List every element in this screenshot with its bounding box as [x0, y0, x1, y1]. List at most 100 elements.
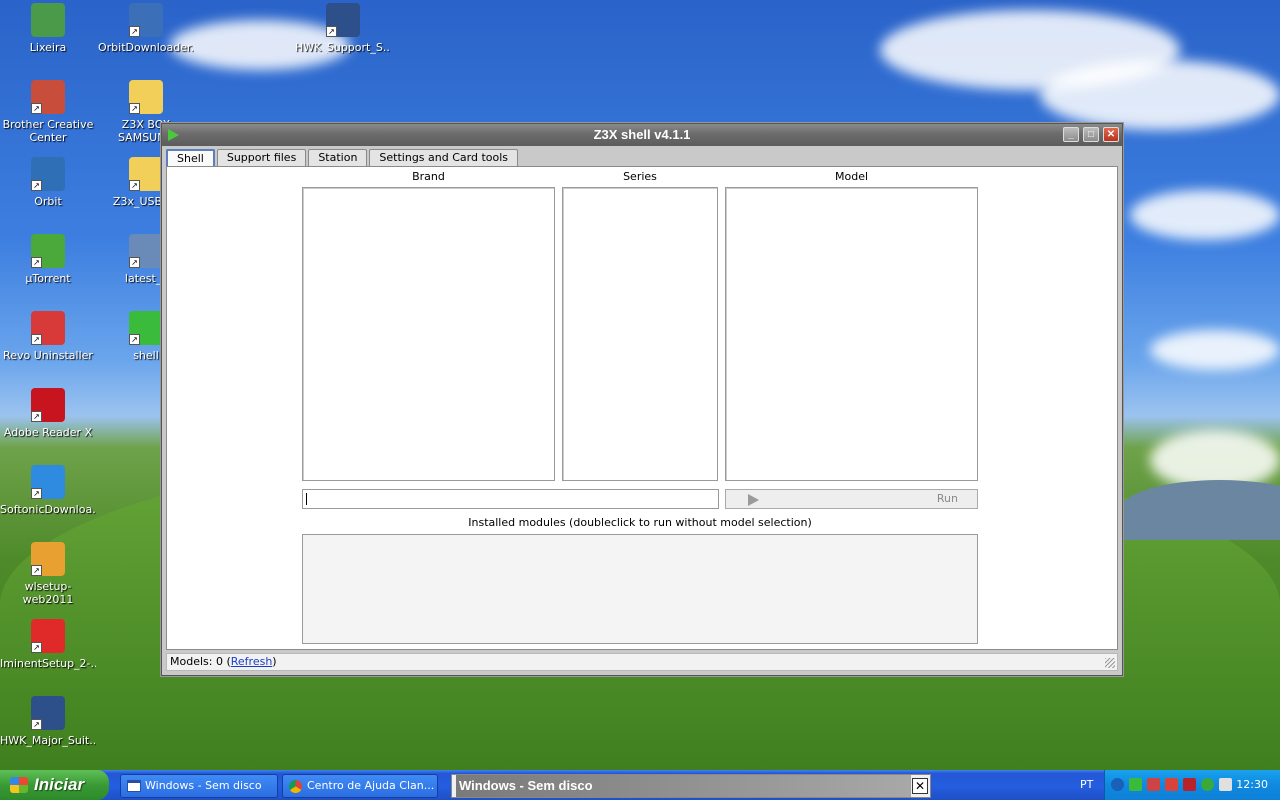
revo-uninstaller-icon: ↗ [31, 311, 65, 345]
refresh-link[interactable]: Refresh [231, 655, 273, 668]
chrome-icon [289, 780, 302, 793]
shortcut-arrow-icon: ↗ [31, 257, 42, 268]
tab-strip: Shell Support files Station Settings and… [166, 149, 520, 167]
shortcut-arrow-icon: ↗ [31, 642, 42, 653]
resize-grip-icon[interactable] [1105, 658, 1115, 668]
shortcut-arrow-icon: ↗ [31, 180, 42, 191]
maximize-button[interactable]: □ [1083, 127, 1099, 142]
shortcut-arrow-icon: ↗ [31, 411, 42, 422]
shell-tray-icon[interactable] [1129, 778, 1142, 791]
shortcut-arrow-icon: ↗ [31, 103, 42, 114]
run-button[interactable]: Run [725, 489, 978, 509]
desktop-icon-label: HWK_Major_Suit... [0, 734, 96, 747]
network-icon[interactable] [1147, 778, 1160, 791]
tab-shell[interactable]: Shell [166, 149, 215, 167]
desktop-icon[interactable]: ↗ SoftonicDownloa... [0, 465, 96, 516]
series-header: Series [623, 170, 657, 183]
task-centro-de-ajuda[interactable]: Centro de Ajuda Clan... [282, 774, 438, 798]
dialog-close-button[interactable]: ✕ [912, 778, 928, 794]
models-count-suffix: ) [272, 655, 277, 668]
task-label: Centro de Ajuda Clan... [307, 779, 435, 792]
desktop-icon-label: µTorrent [25, 272, 71, 285]
desktop-icon-label: Orbit [34, 195, 62, 208]
show-hidden-icons-icon[interactable] [1111, 778, 1124, 791]
start-label: Iniciar [34, 775, 85, 794]
utorrent-tray-icon[interactable] [1201, 778, 1214, 791]
desktop-icon[interactable]: Lixeira [0, 3, 96, 54]
recycle-bin-icon [31, 3, 65, 37]
model-header: Model [834, 170, 869, 183]
desktop-icon[interactable]: ↗ HWK_Support_S... [295, 3, 391, 54]
tab-settings-card-tools[interactable]: Settings and Card tools [369, 149, 519, 166]
desktop-icon[interactable]: ↗ IminentSetup_2-... [0, 619, 96, 670]
desktop-icon[interactable]: ↗ wlsetup-web2011 [0, 542, 96, 606]
run-play-icon [748, 494, 759, 506]
hwk-support-icon: ↗ [326, 3, 360, 37]
shell-panel: Brand Series Model Run Installed modules… [166, 166, 1118, 650]
windows-live-icon: ↗ [31, 542, 65, 576]
adobe-reader-icon: ↗ [31, 388, 65, 422]
shortcut-arrow-icon: ↗ [31, 334, 42, 345]
installed-modules-list[interactable] [302, 534, 978, 644]
folder-icon: ↗ [129, 157, 163, 191]
desktop-icon-label: Revo Uninstaller [3, 349, 93, 362]
task-windows-sem-disco[interactable]: Windows - Sem disco [120, 774, 278, 798]
monitor-tray-icon[interactable] [1219, 778, 1232, 791]
brand-header: Brand [412, 170, 445, 183]
desktop-icon-label: OrbitDownloader... [98, 41, 194, 54]
installer-icon: ↗ [129, 234, 163, 268]
shortcut-arrow-icon: ↗ [129, 26, 140, 37]
orbit-icon: ↗ [31, 157, 65, 191]
desktop-icon-label: IminentSetup_2-... [0, 657, 96, 670]
dialog-title: Windows - Sem disco [456, 775, 911, 797]
run-label: Run [936, 492, 958, 505]
close-button[interactable]: ✕ [1103, 127, 1119, 142]
window-icon [127, 780, 141, 792]
status-bar: Models: 0 (Refresh) [166, 653, 1118, 671]
search-input[interactable] [302, 489, 719, 509]
desktop-icon[interactable]: ↗ Adobe Reader X [0, 388, 96, 439]
desktop-icon[interactable]: ↗ HWK_Major_Suit... [0, 696, 96, 747]
desktop-icon-label: SoftonicDownloa... [0, 503, 96, 516]
models-count-text: Models: 0 ( [170, 655, 231, 668]
shortcut-arrow-icon: ↗ [129, 103, 140, 114]
start-button[interactable]: Iniciar [0, 770, 109, 800]
softonic-icon: ↗ [31, 465, 65, 499]
model-list[interactable] [725, 187, 978, 481]
hwk-major-icon: ↗ [31, 696, 65, 730]
shortcut-arrow-icon: ↗ [31, 565, 42, 576]
text-caret [306, 493, 307, 505]
iminent-icon: ↗ [31, 619, 65, 653]
desktop-icon[interactable]: ↗ Revo Uninstaller [0, 311, 96, 362]
clock: 12:30 [1236, 778, 1268, 791]
shortcut-arrow-icon: ↗ [129, 180, 140, 191]
desktop-icon-label: Adobe Reader X [3, 426, 93, 439]
shortcut-arrow-icon: ↗ [129, 257, 140, 268]
shortcut-arrow-icon: ↗ [31, 488, 42, 499]
language-indicator[interactable]: PT [1080, 778, 1093, 791]
series-list[interactable] [562, 187, 718, 481]
desktop-icon[interactable]: ↗ Orbit [0, 157, 96, 208]
tab-station[interactable]: Station [308, 149, 368, 166]
no-disk-dialog[interactable]: Windows - Sem disco ✕ [451, 774, 931, 798]
tab-support-files[interactable]: Support files [216, 149, 307, 166]
brand-list[interactable] [302, 187, 555, 481]
shell-play-icon: ↗ [129, 311, 163, 345]
shortcut-arrow-icon: ↗ [129, 334, 140, 345]
task-label: Windows - Sem disco [145, 779, 262, 792]
desktop-icon-label: Lixeira [29, 41, 67, 54]
tool-tray-icon[interactable] [1165, 778, 1178, 791]
security-shield-icon[interactable] [1183, 778, 1196, 791]
desktop-icon-label: Brother Creative Center [2, 118, 94, 144]
title-bar[interactable]: Z3X shell v4.1.1 _ □ ✕ [162, 124, 1122, 146]
orbit-downloader-icon: ↗ [129, 3, 163, 37]
shortcut-arrow-icon: ↗ [31, 719, 42, 730]
desktop-icon[interactable]: ↗ Brother Creative Center [0, 80, 96, 144]
app-play-icon [168, 129, 179, 141]
desktop-icon[interactable]: ↗ µTorrent [0, 234, 96, 285]
desktop-icon[interactable]: ↗ OrbitDownloader... [98, 3, 194, 54]
desktop-icon-label: wlsetup-web2011 [22, 580, 74, 606]
shortcut-arrow-icon: ↗ [326, 26, 337, 37]
brother-creative-center-icon: ↗ [31, 80, 65, 114]
minimize-button[interactable]: _ [1063, 127, 1079, 142]
